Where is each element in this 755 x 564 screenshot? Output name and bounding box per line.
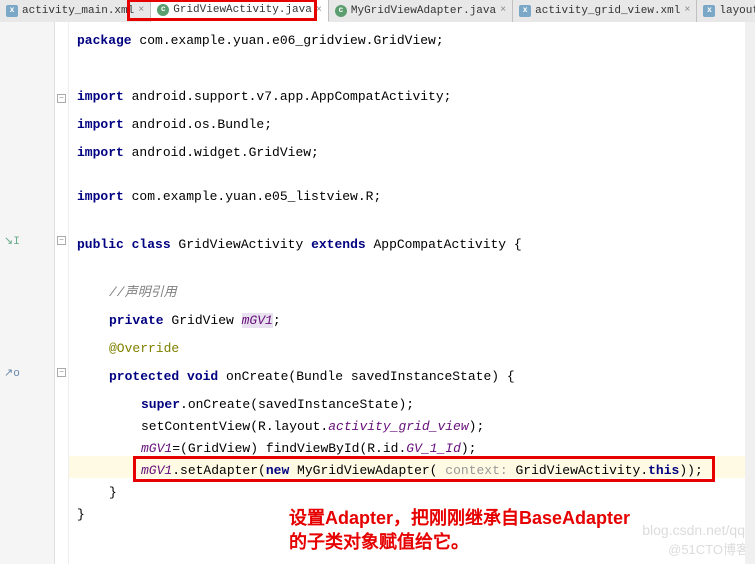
code-text: )); (679, 463, 702, 478)
param-hint: context: (437, 463, 515, 478)
fold-toggle-icon[interactable]: − (57, 94, 66, 103)
keyword: import (77, 89, 124, 104)
tab-gridviewactivity-java[interactable]: c GridViewActivity.java × (151, 0, 329, 22)
tab-label: MyGridViewAdapter.java (351, 5, 496, 17)
annotation: @Override (109, 341, 179, 356)
tab-layout-list-item-xml[interactable]: x layout_list_it (697, 0, 755, 22)
resource-ref: GV_1_Id (406, 441, 461, 456)
keyword: package (77, 33, 132, 48)
annotation-line2: 的子类对象赋值给它。 (289, 532, 469, 552)
close-icon[interactable]: × (316, 5, 322, 16)
keyword: this (648, 463, 679, 478)
code-text: } (109, 485, 117, 500)
code-editor[interactable]: package com.example.yuan.e06_gridview.Gr… (69, 22, 755, 564)
xml-file-icon: x (703, 5, 715, 17)
code-text: GridViewActivity (171, 237, 311, 252)
watermark-text: blog.csdn.net/qq (642, 522, 745, 538)
code-text: android.support.v7.app.AppCompatActivity… (124, 89, 452, 104)
close-icon[interactable]: × (138, 5, 144, 16)
annotation-text: 设置Adapter，把刚刚继承自BaseAdapter 的子类对象赋值给它。 (289, 506, 630, 554)
editor-marker-strip[interactable] (745, 22, 755, 564)
code-text: com.example.yuan.e06_gridview.GridView; (132, 33, 444, 48)
java-file-icon: c (157, 4, 169, 16)
tab-mygridviewadapter-java[interactable]: c MyGridViewAdapter.java × (329, 0, 513, 22)
field: mGV1 (141, 441, 172, 456)
keyword: super (141, 397, 180, 412)
keyword: public class (77, 237, 171, 252)
code-text: setContentView(R.layout. (141, 419, 328, 434)
code-text: MyGridViewAdapter( (289, 463, 437, 478)
resource-ref: activity_grid_view (328, 419, 468, 434)
tab-activity-main-xml[interactable]: x activity_main.xml × (0, 0, 151, 22)
code-text: ; (273, 313, 281, 328)
code-text: onCreate(Bundle savedInstanceState) { (218, 369, 514, 384)
editor-area: ↘I ↗o − − − package com.example.yuan.e06… (0, 22, 755, 564)
tab-activity-grid-view-xml[interactable]: x activity_grid_view.xml × (513, 0, 697, 22)
fold-column: − − − (55, 22, 69, 564)
fold-toggle-icon[interactable]: − (57, 368, 66, 377)
code-text: android.os.Bundle; (124, 117, 272, 132)
code-text: ); (461, 441, 477, 456)
fold-toggle-icon[interactable]: − (57, 236, 66, 245)
keyword: private (109, 313, 164, 328)
code-text: .setAdapter( (172, 463, 266, 478)
editor-tab-bar: x activity_main.xml × c GridViewActivity… (0, 0, 755, 22)
keyword: protected void (109, 369, 218, 384)
keyword: extends (311, 237, 366, 252)
code-text: .onCreate(savedInstanceState); (180, 397, 414, 412)
code-text: ); (469, 419, 485, 434)
comment: //声明引用 (109, 285, 177, 300)
tab-label: activity_grid_view.xml (535, 5, 680, 17)
keyword: import (77, 117, 124, 132)
watermark-text: @51CTO博客 (668, 539, 749, 558)
override-gutter-icon[interactable]: ↗o (4, 366, 20, 380)
code-text: GridViewActivity. (516, 463, 649, 478)
keyword: import (77, 189, 124, 204)
close-icon[interactable]: × (500, 5, 506, 16)
close-icon[interactable]: × (684, 5, 690, 16)
field: mGV1 (141, 463, 172, 478)
keyword: import (77, 145, 124, 160)
tab-label: GridViewActivity.java (173, 4, 312, 16)
xml-file-icon: x (519, 5, 531, 17)
code-text: android.widget.GridView; (124, 145, 319, 160)
implements-gutter-icon[interactable]: ↘I (4, 234, 20, 248)
code-text: com.example.yuan.e05_listview.R; (124, 189, 381, 204)
java-file-icon: c (335, 5, 347, 17)
annotation-line1: 设置Adapter，把刚刚继承自BaseAdapter (289, 508, 630, 528)
code-text: } (77, 507, 85, 522)
keyword: new (266, 463, 289, 478)
xml-file-icon: x (6, 5, 18, 17)
tab-label: layout_list_it (719, 5, 755, 17)
gutter: ↘I ↗o (0, 22, 55, 564)
tab-label: activity_main.xml (22, 5, 134, 17)
code-text: GridView (164, 313, 242, 328)
code-text: AppCompatActivity { (366, 237, 522, 252)
field: mGV1 (242, 313, 273, 328)
code-text: =(GridView) findViewById(R.id. (172, 441, 406, 456)
